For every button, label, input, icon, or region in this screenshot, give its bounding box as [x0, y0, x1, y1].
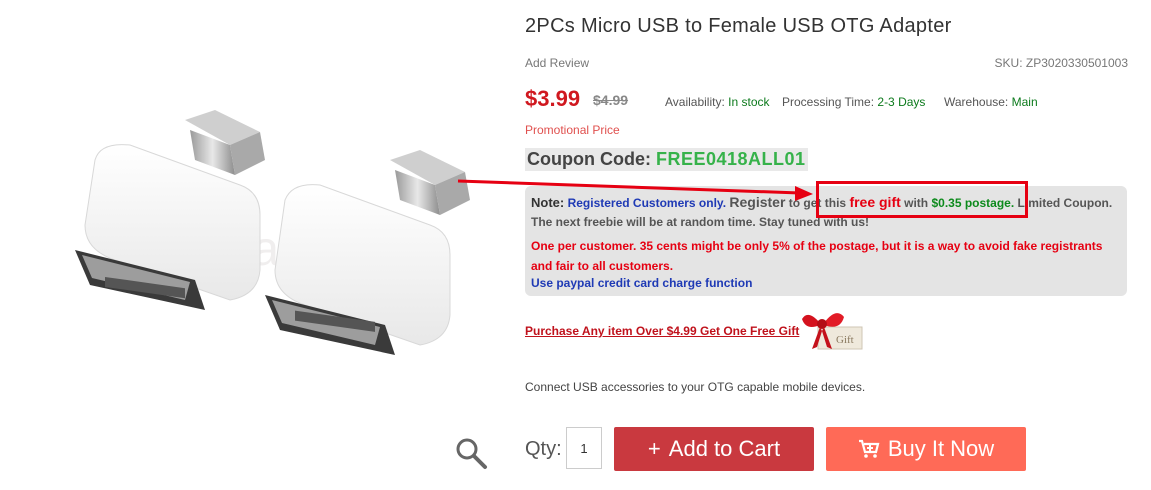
gift-bow-icon: Gift	[802, 313, 863, 350]
warehouse-value: Main	[1011, 95, 1038, 109]
availability-label: Availability:	[665, 95, 725, 109]
add-to-cart-button[interactable]: + Add to Cart	[614, 427, 814, 471]
adapter-left	[75, 110, 265, 310]
promotional-price-label: Promotional Price	[525, 123, 620, 137]
product-description: Connect USB accessories to your OTG capa…	[525, 380, 866, 394]
note-label: Note:	[531, 195, 565, 210]
paypal-note[interactable]: Use paypal credit card charge function	[531, 276, 752, 290]
original-price: $4.99	[593, 92, 629, 108]
sku-info: SKU: ZP3020330501003	[995, 56, 1128, 70]
processing-value: 2-3 Days	[877, 95, 926, 109]
add-review-link[interactable]: Add Review	[525, 56, 589, 70]
buy-it-now-label: Buy It Now	[887, 436, 995, 461]
sku-value: ZP3020330501003	[1025, 56, 1128, 70]
current-price: $3.99	[525, 86, 581, 111]
product-image[interactable]: zapals	[20, 10, 500, 480]
limited-coupon-text: Limited Coupon.	[1017, 196, 1113, 210]
availability: Availability: In stock	[665, 95, 770, 109]
note-line-3: One per customer. 35 cents might be only…	[531, 239, 1103, 273]
magnifier-icon[interactable]	[454, 436, 488, 470]
processing-time: Processing Time: 2-3 Days	[782, 95, 925, 109]
adapter-right	[265, 150, 470, 355]
warehouse-label: Warehouse:	[944, 95, 1009, 109]
free-gift-promo-link[interactable]: Purchase Any item Over $4.99 Get One Fre…	[525, 324, 799, 338]
otg-adapters-illustration: zapals	[75, 110, 470, 355]
register-link[interactable]: Register	[729, 194, 785, 210]
plus-icon: +	[647, 436, 661, 461]
qty-label: Qty:	[525, 438, 562, 460]
processing-label: Processing Time:	[782, 95, 875, 109]
annotation-highlight-box	[816, 181, 1028, 218]
product-title: 2PCs Micro USB to Female USB OTG Adapter	[525, 15, 952, 37]
coupon-label: Coupon Code:	[527, 149, 651, 169]
availability-value: In stock	[728, 95, 770, 109]
coupon-code-value: FREE0418ALL01	[656, 149, 806, 169]
gift-tag-text: Gift	[836, 334, 854, 346]
coupon-code: Coupon Code: FREE0418ALL01	[525, 148, 808, 171]
sku-label: SKU:	[994, 56, 1023, 70]
registered-customers-text: Registered Customers only.	[567, 196, 727, 210]
add-to-cart-label: Add to Cart	[668, 436, 781, 461]
buy-it-now-button[interactable]: Buy It Now	[826, 427, 1026, 471]
cart-plus-icon	[858, 439, 880, 458]
quantity-input[interactable]	[566, 427, 602, 469]
warehouse: Warehouse: Main	[944, 95, 1038, 109]
